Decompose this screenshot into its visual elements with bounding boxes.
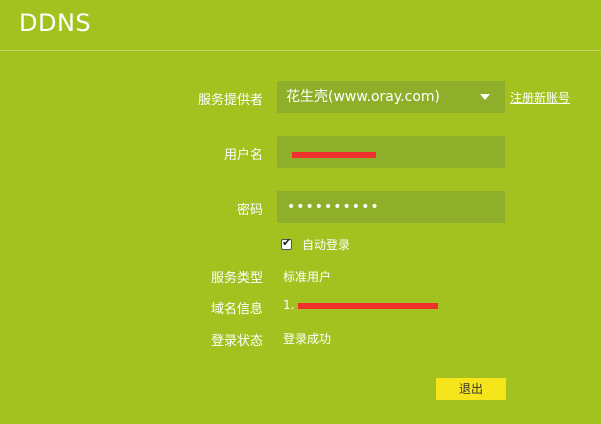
password-input[interactable]: •••••••••• bbox=[277, 191, 505, 223]
domain-info-redaction bbox=[298, 303, 438, 309]
logout-button[interactable]: 退出 bbox=[436, 378, 506, 400]
provider-label: 服务提供者 bbox=[197, 93, 263, 108]
auto-login-checkbox[interactable]: ✔ bbox=[281, 236, 292, 250]
username-input[interactable] bbox=[277, 136, 505, 168]
username-label: 用户名 bbox=[223, 148, 263, 163]
service-type-value: 标准用户 bbox=[283, 270, 332, 284]
domain-info-prefix: 1. bbox=[283, 298, 295, 312]
auto-login-label: 自动登录 bbox=[302, 238, 351, 252]
login-status-value: 登录成功 bbox=[283, 332, 332, 346]
username-redaction bbox=[292, 152, 376, 158]
password-mask: •••••••••• bbox=[287, 199, 380, 215]
register-account-link[interactable]: 注册新账号 bbox=[510, 89, 570, 106]
provider-select[interactable]: 花生壳(www.oray.com) bbox=[277, 81, 505, 113]
page-title: DDNS bbox=[19, 9, 92, 37]
login-status-label: 登录状态 bbox=[210, 334, 263, 349]
auto-login-row: ✔ 自动登录 bbox=[281, 236, 350, 253]
password-label: 密码 bbox=[236, 203, 263, 218]
checkmark-icon: ✔ bbox=[282, 236, 292, 249]
title-divider bbox=[0, 50, 601, 51]
provider-select-value: 花生壳(www.oray.com) bbox=[286, 89, 440, 105]
chevron-down-icon[interactable] bbox=[480, 94, 490, 100]
domain-info-label: 域名信息 bbox=[210, 302, 263, 317]
domain-info-value: 1. bbox=[283, 298, 294, 312]
service-type-label: 服务类型 bbox=[210, 271, 263, 286]
